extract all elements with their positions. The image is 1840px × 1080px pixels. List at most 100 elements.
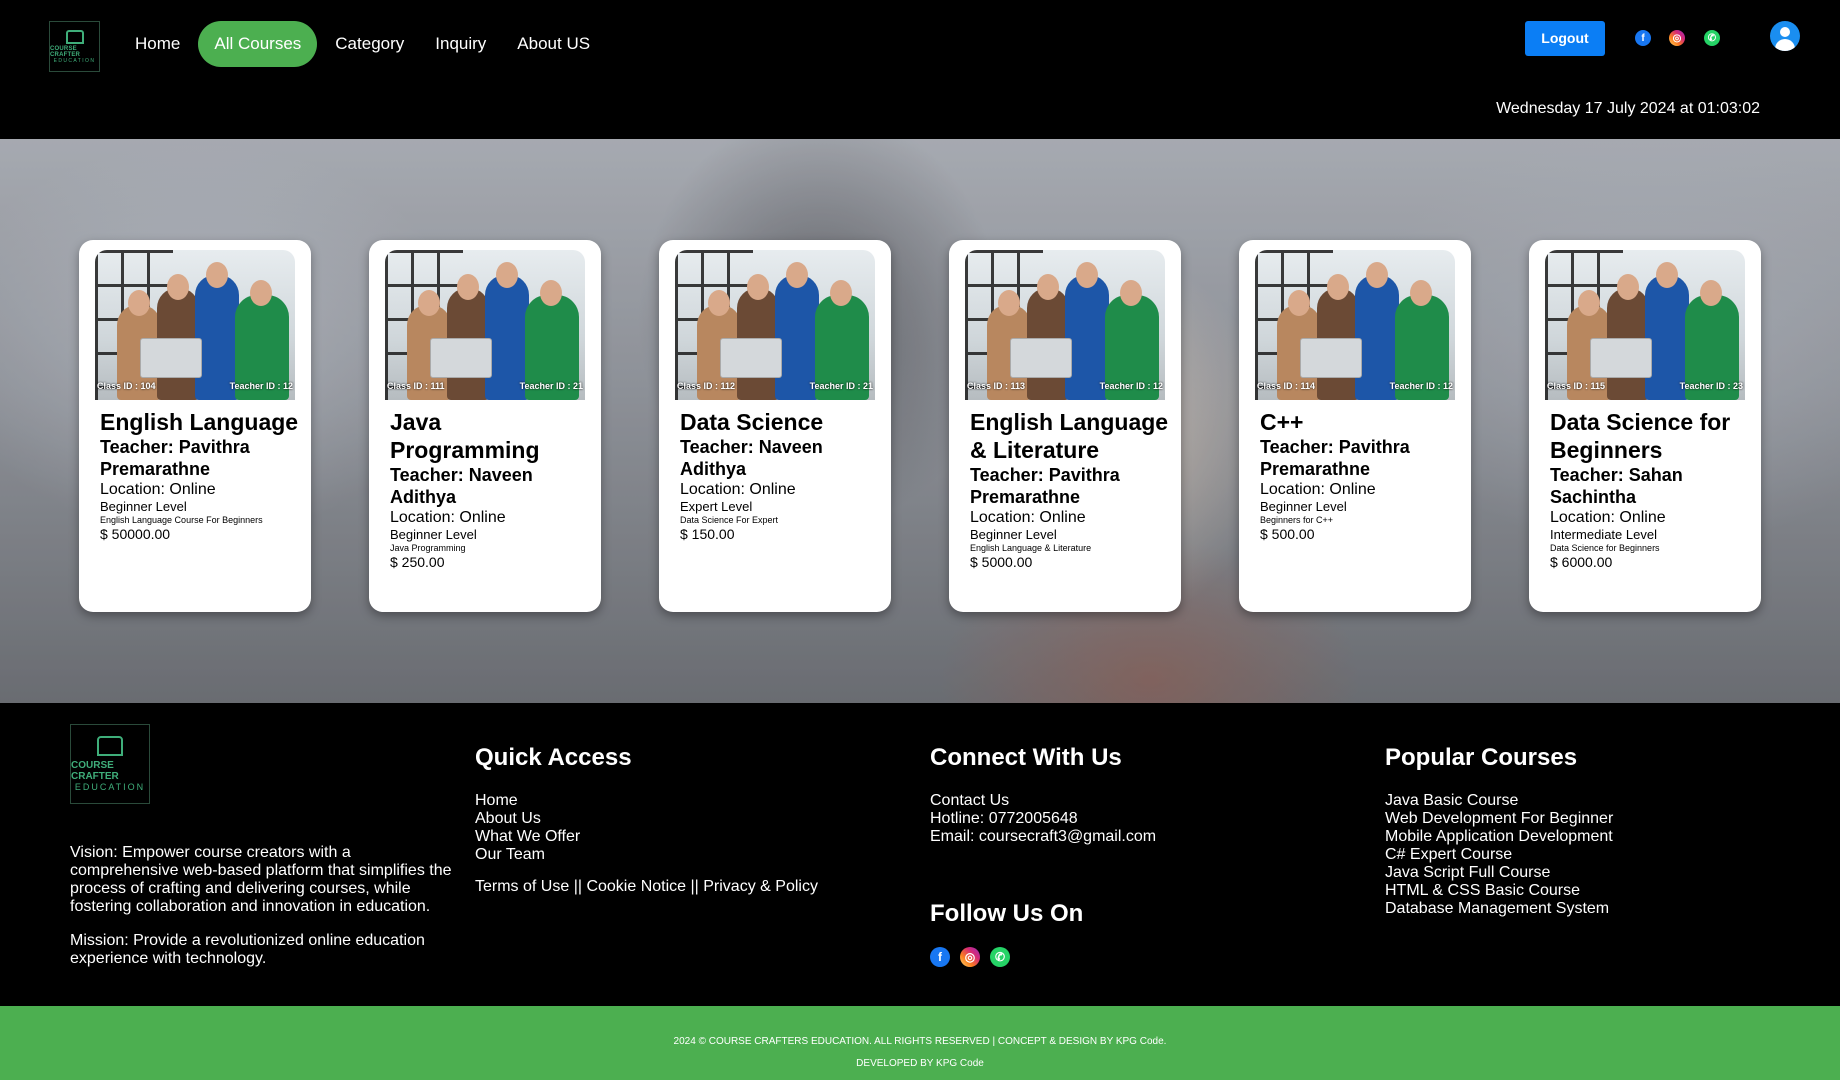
policy-links[interactable]: Terms of Use || Cookie Notice || Privacy…	[475, 878, 818, 896]
course-location: Location: Online	[100, 481, 216, 498]
course-card[interactable]: Class ID : 114 Teacher ID : 12 C++ Teach…	[1239, 240, 1471, 612]
course-price: $ 250.00	[390, 554, 445, 570]
class-id: Class ID : 114	[1257, 381, 1316, 391]
course-title: English Language & Literature	[970, 409, 1169, 463]
course-teacher: Teacher: Pavithra Premarathne	[1260, 437, 1410, 479]
popular-course-link[interactable]: Web Development For Beginner	[1385, 810, 1613, 828]
header-social-links: f	[1635, 30, 1651, 46]
popular-course-link[interactable]: Java Basic Course	[1385, 792, 1613, 810]
footer-logo[interactable]: COURSE CRAFTER EDUCATION	[70, 724, 150, 804]
course-title: C++	[1260, 409, 1304, 435]
footer-social-links: f ◎ ✆	[930, 947, 1020, 967]
course-level: Beginner Level	[100, 499, 187, 514]
facebook-icon[interactable]: f	[930, 947, 950, 967]
course-card[interactable]: Class ID : 113 Teacher ID : 12 English L…	[949, 240, 1181, 612]
connect-column: Connect With Us Contact Us Hotline: 0772…	[930, 744, 1156, 846]
teacher-id: Teacher ID : 12	[1099, 381, 1163, 391]
course-level: Intermediate Level	[1550, 527, 1657, 542]
email-text: Email: coursecraft3@gmail.com	[930, 828, 1157, 845]
book-icon	[97, 736, 123, 756]
popular-course-link[interactable]: C# Expert Course	[1385, 846, 1613, 864]
nav-category[interactable]: Category	[322, 21, 417, 67]
popular-course-link[interactable]: Mobile Application Development	[1385, 828, 1613, 846]
course-price: $ 500.00	[1260, 526, 1315, 542]
course-image: Class ID : 114 Teacher ID : 12	[1255, 250, 1455, 400]
nav-home[interactable]: Home	[122, 21, 193, 67]
nav-about-us[interactable]: About US	[504, 21, 603, 67]
footer-logo-text: COURSE CRAFTER	[71, 760, 119, 782]
quick-access-heading: Quick Access	[475, 744, 632, 771]
nav-all-courses[interactable]: All Courses	[198, 21, 318, 67]
footer-link-our-team[interactable]: Our Team	[475, 846, 632, 864]
course-level: Beginner Level	[970, 527, 1057, 542]
instagram-icon[interactable]: ◎	[960, 947, 980, 967]
teacher-id: Teacher ID : 21	[519, 381, 583, 391]
footer-link-what-we-offer[interactable]: What We Offer	[475, 828, 632, 846]
course-price: $ 6000.00	[1550, 554, 1613, 570]
course-description: English Language & Literature	[970, 543, 1092, 553]
class-id: Class ID : 115	[1547, 381, 1606, 391]
whatsapp-icon[interactable]: ✆	[990, 947, 1010, 967]
nav-inquiry[interactable]: Inquiry	[422, 21, 499, 67]
developer-credit: DEVELOPED BY KPG Code	[856, 1058, 984, 1069]
logo-subtext: EDUCATION	[53, 57, 96, 64]
course-description: Beginners for C++	[1260, 515, 1334, 525]
mission-statement: Mission: Provide a revolutionized online…	[70, 932, 425, 967]
popular-course-link[interactable]: HTML & CSS Basic Course	[1385, 882, 1613, 900]
book-icon	[65, 29, 84, 44]
popular-course-link[interactable]: Java Script Full Course	[1385, 864, 1613, 882]
class-id: Class ID : 113	[967, 381, 1026, 391]
course-card[interactable]: Class ID : 112 Teacher ID : 21 Data Scie…	[659, 240, 891, 612]
facebook-icon[interactable]: f	[1635, 30, 1651, 46]
course-image: Class ID : 111 Teacher ID : 21	[385, 250, 585, 400]
site-logo[interactable]: COURSE CRAFTER EDUCATION	[49, 21, 100, 72]
course-location: Location: Online	[970, 509, 1086, 526]
course-location: Location: Online	[1260, 481, 1376, 498]
instagram-icon[interactable]: ◎	[1669, 30, 1685, 46]
contact-us-link[interactable]: Contact Us	[930, 792, 1156, 810]
teacher-id: Teacher ID : 23	[1679, 381, 1743, 391]
course-description: Data Science for Beginners	[1550, 543, 1660, 553]
course-level: Beginner Level	[390, 527, 477, 542]
course-card[interactable]: Class ID : 104 Teacher ID : 12 English L…	[79, 240, 311, 612]
popular-course-link[interactable]: Database Management System	[1385, 900, 1613, 918]
logo-text: COURSE CRAFTER	[50, 45, 81, 58]
footer-link-home[interactable]: Home	[475, 792, 632, 810]
hotline-text: Hotline: 0772005648	[930, 810, 1078, 827]
course-title: English Language	[100, 409, 299, 435]
course-card[interactable]: Class ID : 111 Teacher ID : 21 Java Prog…	[369, 240, 601, 612]
course-level: Expert Level	[680, 499, 753, 514]
popular-courses-column: Popular Courses Java Basic Course Web De…	[1385, 744, 1613, 918]
main-nav: Home All Courses Category Inquiry About …	[122, 21, 608, 67]
copyright-text: 2024 © COURSE CRAFTERS EDUCATION. ALL RI…	[673, 1036, 1167, 1047]
course-location: Location: Online	[1550, 509, 1666, 526]
course-listing-section: Class ID : 104 Teacher ID : 12 English L…	[0, 139, 1840, 703]
user-avatar-icon[interactable]	[1770, 21, 1800, 51]
course-image: Class ID : 115 Teacher ID : 23	[1545, 250, 1745, 400]
course-price: $ 150.00	[680, 526, 735, 542]
copyright-bar: 2024 © COURSE CRAFTERS EDUCATION. ALL RI…	[0, 1006, 1840, 1080]
course-teacher: Teacher: Sahan Sachintha	[1550, 465, 1683, 507]
logout-button[interactable]: Logout	[1525, 21, 1605, 56]
course-title: Java Programming	[390, 409, 540, 463]
quick-access-column: Quick Access Home About Us What We Offer…	[475, 744, 632, 864]
course-description: Java Programming	[390, 543, 466, 553]
course-location: Location: Online	[390, 509, 506, 526]
footer-link-about-us[interactable]: About Us	[475, 810, 632, 828]
class-id: Class ID : 104	[97, 381, 156, 391]
course-image: Class ID : 113 Teacher ID : 12	[965, 250, 1165, 400]
course-teacher: Teacher: Pavithra Premarathne	[970, 465, 1120, 507]
course-level: Beginner Level	[1260, 499, 1347, 514]
course-location: Location: Online	[680, 481, 796, 498]
footer-logo-subtext: EDUCATION	[74, 782, 146, 792]
class-id: Class ID : 112	[677, 381, 736, 391]
course-image: Class ID : 112 Teacher ID : 21	[675, 250, 875, 400]
popular-courses-heading: Popular Courses	[1385, 744, 1578, 771]
class-id: Class ID : 111	[387, 381, 445, 391]
course-card[interactable]: Class ID : 115 Teacher ID : 23 Data Scie…	[1529, 240, 1761, 612]
course-teacher: Teacher: Pavithra Premarathne	[100, 437, 250, 479]
course-price: $ 5000.00	[970, 554, 1033, 570]
course-description: Data Science For Expert	[680, 515, 779, 525]
whatsapp-icon[interactable]: ✆	[1704, 30, 1720, 46]
follow-heading: Follow Us On	[930, 900, 1084, 927]
